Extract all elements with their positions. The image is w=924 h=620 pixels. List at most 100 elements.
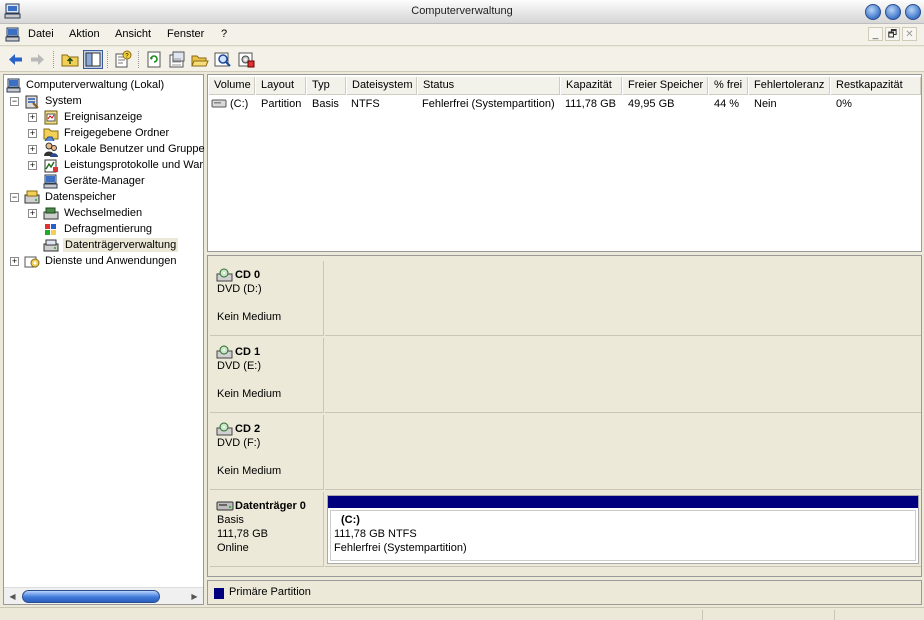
window-title: Computerverwaltung xyxy=(411,5,513,17)
minimize-button[interactable] xyxy=(865,4,881,20)
column-header-freier-speicher[interactable]: Freier Speicher xyxy=(623,77,708,95)
console-tree-icon xyxy=(85,52,101,67)
disk-status: Kein Medium xyxy=(217,465,282,477)
tree-item-label: Computerverwaltung (Lokal) xyxy=(26,79,165,91)
menu-fenster[interactable]: Fenster xyxy=(167,28,204,40)
menu-bar: Datei Aktion Ansicht Fenster ? _ 🗗 ✕ xyxy=(0,24,924,46)
system-tools-icon xyxy=(25,95,39,109)
tree-item-label: Datenträgerverwaltung xyxy=(63,238,179,252)
shared-folder-icon xyxy=(43,128,59,141)
mdi-restore-button[interactable]: 🗗 xyxy=(885,27,900,41)
disk-label[interactable]: CD 2 DVD (F:) Kein Medium xyxy=(210,415,324,490)
scroll-thumb[interactable] xyxy=(22,590,160,603)
column-header-dateisystem[interactable]: Dateisystem xyxy=(347,77,417,95)
device-manager-icon xyxy=(43,174,58,189)
tree-item-label: Wechselmedien xyxy=(64,207,143,219)
disk-name: Datenträger 0 xyxy=(235,500,306,512)
expand-toggle[interactable]: + xyxy=(28,129,37,138)
menu-datei[interactable]: Datei xyxy=(28,28,54,40)
tree-horizontal-scrollbar[interactable]: ◀ ▶ xyxy=(4,587,203,604)
disk-management-icon xyxy=(43,239,59,252)
maximize-button[interactable] xyxy=(885,4,901,20)
table-cell: Nein xyxy=(754,98,777,110)
export-list-icon[interactable] xyxy=(167,50,187,69)
partition-c[interactable]: (C:) 111,78 GB NTFS Fehlerfrei (Systempa… xyxy=(327,495,919,564)
status-divider xyxy=(834,610,835,620)
title-bar: Computerverwaltung xyxy=(0,0,924,24)
disk-name: CD 1 xyxy=(235,346,261,358)
disk-status: Kein Medium xyxy=(217,388,282,400)
disk-area-empty xyxy=(325,338,921,413)
column-header-typ[interactable]: Typ xyxy=(307,77,346,95)
disk-row-cd0[interactable]: CD 0 DVD (D:) Kein Medium xyxy=(210,261,921,336)
table-cell: 0% xyxy=(836,98,852,110)
event-viewer-icon xyxy=(44,110,58,125)
back-arrow-icon[interactable] xyxy=(5,50,25,69)
legend: Primäre Partition xyxy=(207,580,922,605)
storage-icon xyxy=(24,190,40,204)
cd-drive-icon xyxy=(216,345,233,359)
scroll-left-arrow-icon[interactable]: ◀ xyxy=(6,590,19,603)
column-header-restkapazitaet[interactable]: Restkapazität xyxy=(831,77,921,95)
scroll-right-arrow-icon[interactable]: ▶ xyxy=(188,590,201,603)
status-divider xyxy=(702,610,703,620)
hard-disk-icon xyxy=(216,501,234,511)
expand-toggle[interactable]: + xyxy=(28,209,37,218)
menu-ansicht[interactable]: Ansicht xyxy=(115,28,151,40)
column-header-status[interactable]: Status xyxy=(418,77,560,95)
settings-icon[interactable] xyxy=(236,50,256,69)
refresh-icon[interactable] xyxy=(144,50,164,69)
forward-arrow-icon[interactable] xyxy=(28,50,48,69)
table-cell: 49,95 GB xyxy=(628,98,675,110)
disk-label[interactable]: CD 0 DVD (D:) Kein Medium xyxy=(210,261,324,336)
expand-toggle[interactable]: + xyxy=(10,257,19,266)
mdi-minimize-button[interactable]: _ xyxy=(868,27,883,41)
expand-toggle[interactable]: + xyxy=(28,161,37,170)
partition-body: (C:) 111,78 GB NTFS Fehlerfrei (Systempa… xyxy=(330,510,916,561)
disk-size: 111,78 GB xyxy=(217,528,268,540)
primary-partition-bar xyxy=(328,496,918,508)
cd-drive-icon xyxy=(216,422,233,436)
services-icon xyxy=(24,256,40,268)
disk-label[interactable]: CD 1 DVD (E:) Kein Medium xyxy=(210,338,324,413)
toolbar-separator xyxy=(138,51,139,68)
disk-name: CD 0 xyxy=(235,269,261,281)
column-header-prozent-frei[interactable]: % frei xyxy=(709,77,748,95)
disk-state: Online xyxy=(217,542,249,554)
table-cell: 111,78 GB xyxy=(565,98,616,110)
disk-row-cd1[interactable]: CD 1 DVD (E:) Kein Medium xyxy=(210,338,921,413)
expand-toggle[interactable]: + xyxy=(28,145,37,154)
disk-area-partitions: (C:) 111,78 GB NTFS Fehlerfrei (Systempa… xyxy=(325,492,921,567)
expand-toggle[interactable]: + xyxy=(28,113,37,122)
disk-kind: Basis xyxy=(217,514,244,526)
folder-up-icon[interactable] xyxy=(60,50,80,69)
menu-help[interactable]: ? xyxy=(221,28,227,40)
app-menu-icon[interactable] xyxy=(5,27,21,42)
disk-row-cd2[interactable]: CD 2 DVD (F:) Kein Medium xyxy=(210,415,921,490)
column-header-kapazitaet[interactable]: Kapazität xyxy=(561,77,622,95)
tree-item-label: Geräte-Manager xyxy=(64,175,145,187)
disk-row-disk0[interactable]: Datenträger 0 Basis 111,78 GB Online (C:… xyxy=(210,492,921,567)
partition-label: (C:) xyxy=(341,514,360,526)
collapse-toggle[interactable]: − xyxy=(10,97,19,106)
table-cell: NTFS xyxy=(351,98,380,110)
disk-label[interactable]: Datenträger 0 Basis 111,78 GB Online xyxy=(210,492,324,567)
column-header-fehlertoleranz[interactable]: Fehlertoleranz xyxy=(749,77,830,95)
tree-item-label: System xyxy=(45,95,82,107)
show-hide-tree-button[interactable] xyxy=(83,50,103,69)
collapse-toggle[interactable]: − xyxy=(10,193,19,202)
column-header-layout[interactable]: Layout xyxy=(256,77,306,95)
mdi-close-button[interactable]: ✕ xyxy=(902,27,917,41)
menu-aktion[interactable]: Aktion xyxy=(69,28,100,40)
search-icon[interactable] xyxy=(213,50,233,69)
table-cell: Basis xyxy=(312,98,339,110)
open-folder-icon[interactable] xyxy=(190,50,210,69)
primary-partition-swatch xyxy=(214,588,224,599)
column-header-volume[interactable]: Volume xyxy=(209,77,255,95)
computer-icon xyxy=(6,78,21,93)
close-button[interactable] xyxy=(905,4,921,20)
tree-item-label: Dienste und Anwendungen xyxy=(45,255,177,267)
properties-help-icon[interactable]: ? xyxy=(113,50,133,69)
table-cell: Partition xyxy=(261,98,302,110)
disk-status: Kein Medium xyxy=(217,311,282,323)
